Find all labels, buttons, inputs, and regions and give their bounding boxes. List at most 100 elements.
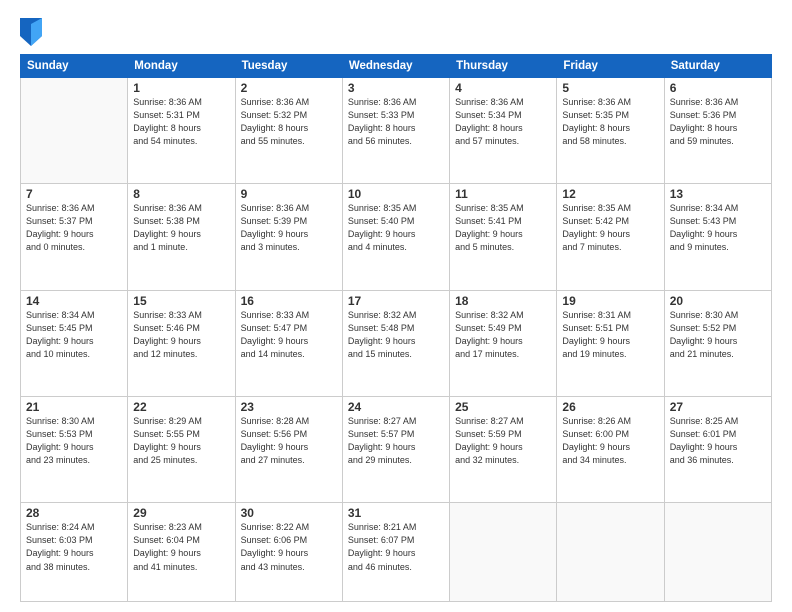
day-info: Sunrise: 8:31 AM Sunset: 5:51 PM Dayligh… — [562, 309, 658, 361]
day-number: 31 — [348, 506, 444, 520]
day-info: Sunrise: 8:36 AM Sunset: 5:32 PM Dayligh… — [241, 96, 337, 148]
day-number: 26 — [562, 400, 658, 414]
calendar-cell: 7Sunrise: 8:36 AM Sunset: 5:37 PM Daylig… — [21, 184, 128, 290]
day-info: Sunrise: 8:32 AM Sunset: 5:48 PM Dayligh… — [348, 309, 444, 361]
day-number: 30 — [241, 506, 337, 520]
calendar-header-friday: Friday — [557, 55, 664, 78]
day-number: 25 — [455, 400, 551, 414]
calendar-header-row: SundayMondayTuesdayWednesdayThursdayFrid… — [21, 55, 772, 78]
day-number: 2 — [241, 81, 337, 95]
week-row-5: 28Sunrise: 8:24 AM Sunset: 6:03 PM Dayli… — [21, 503, 772, 602]
logo — [20, 18, 46, 46]
day-info: Sunrise: 8:25 AM Sunset: 6:01 PM Dayligh… — [670, 415, 766, 467]
calendar-cell: 21Sunrise: 8:30 AM Sunset: 5:53 PM Dayli… — [21, 397, 128, 503]
calendar-cell — [21, 78, 128, 184]
day-number: 14 — [26, 294, 122, 308]
calendar-cell: 25Sunrise: 8:27 AM Sunset: 5:59 PM Dayli… — [450, 397, 557, 503]
calendar-cell — [557, 503, 664, 602]
day-info: Sunrise: 8:35 AM Sunset: 5:40 PM Dayligh… — [348, 202, 444, 254]
calendar-cell: 27Sunrise: 8:25 AM Sunset: 6:01 PM Dayli… — [664, 397, 771, 503]
page: SundayMondayTuesdayWednesdayThursdayFrid… — [0, 0, 792, 612]
day-info: Sunrise: 8:22 AM Sunset: 6:06 PM Dayligh… — [241, 521, 337, 573]
day-info: Sunrise: 8:36 AM Sunset: 5:34 PM Dayligh… — [455, 96, 551, 148]
day-info: Sunrise: 8:36 AM Sunset: 5:39 PM Dayligh… — [241, 202, 337, 254]
day-number: 19 — [562, 294, 658, 308]
day-number: 8 — [133, 187, 229, 201]
day-number: 12 — [562, 187, 658, 201]
day-number: 11 — [455, 187, 551, 201]
calendar-cell: 10Sunrise: 8:35 AM Sunset: 5:40 PM Dayli… — [342, 184, 449, 290]
day-info: Sunrise: 8:30 AM Sunset: 5:53 PM Dayligh… — [26, 415, 122, 467]
day-info: Sunrise: 8:33 AM Sunset: 5:47 PM Dayligh… — [241, 309, 337, 361]
calendar-cell: 29Sunrise: 8:23 AM Sunset: 6:04 PM Dayli… — [128, 503, 235, 602]
calendar-cell: 12Sunrise: 8:35 AM Sunset: 5:42 PM Dayli… — [557, 184, 664, 290]
calendar-cell: 9Sunrise: 8:36 AM Sunset: 5:39 PM Daylig… — [235, 184, 342, 290]
day-info: Sunrise: 8:27 AM Sunset: 5:57 PM Dayligh… — [348, 415, 444, 467]
day-number: 29 — [133, 506, 229, 520]
day-number: 18 — [455, 294, 551, 308]
day-number: 28 — [26, 506, 122, 520]
week-row-1: 1Sunrise: 8:36 AM Sunset: 5:31 PM Daylig… — [21, 78, 772, 184]
calendar-cell: 26Sunrise: 8:26 AM Sunset: 6:00 PM Dayli… — [557, 397, 664, 503]
calendar-cell: 16Sunrise: 8:33 AM Sunset: 5:47 PM Dayli… — [235, 290, 342, 396]
day-number: 17 — [348, 294, 444, 308]
calendar-cell: 4Sunrise: 8:36 AM Sunset: 5:34 PM Daylig… — [450, 78, 557, 184]
day-number: 16 — [241, 294, 337, 308]
day-number: 9 — [241, 187, 337, 201]
calendar-cell: 31Sunrise: 8:21 AM Sunset: 6:07 PM Dayli… — [342, 503, 449, 602]
day-info: Sunrise: 8:29 AM Sunset: 5:55 PM Dayligh… — [133, 415, 229, 467]
day-info: Sunrise: 8:35 AM Sunset: 5:42 PM Dayligh… — [562, 202, 658, 254]
calendar-cell: 30Sunrise: 8:22 AM Sunset: 6:06 PM Dayli… — [235, 503, 342, 602]
day-number: 23 — [241, 400, 337, 414]
calendar-cell: 2Sunrise: 8:36 AM Sunset: 5:32 PM Daylig… — [235, 78, 342, 184]
day-info: Sunrise: 8:27 AM Sunset: 5:59 PM Dayligh… — [455, 415, 551, 467]
calendar-cell: 5Sunrise: 8:36 AM Sunset: 5:35 PM Daylig… — [557, 78, 664, 184]
calendar-cell: 13Sunrise: 8:34 AM Sunset: 5:43 PM Dayli… — [664, 184, 771, 290]
calendar-cell: 11Sunrise: 8:35 AM Sunset: 5:41 PM Dayli… — [450, 184, 557, 290]
week-row-2: 7Sunrise: 8:36 AM Sunset: 5:37 PM Daylig… — [21, 184, 772, 290]
calendar-header-saturday: Saturday — [664, 55, 771, 78]
day-info: Sunrise: 8:23 AM Sunset: 6:04 PM Dayligh… — [133, 521, 229, 573]
calendar-cell: 1Sunrise: 8:36 AM Sunset: 5:31 PM Daylig… — [128, 78, 235, 184]
day-number: 13 — [670, 187, 766, 201]
calendar-header-thursday: Thursday — [450, 55, 557, 78]
day-number: 20 — [670, 294, 766, 308]
day-info: Sunrise: 8:36 AM Sunset: 5:31 PM Dayligh… — [133, 96, 229, 148]
day-number: 7 — [26, 187, 122, 201]
day-info: Sunrise: 8:33 AM Sunset: 5:46 PM Dayligh… — [133, 309, 229, 361]
calendar-cell: 24Sunrise: 8:27 AM Sunset: 5:57 PM Dayli… — [342, 397, 449, 503]
calendar-cell: 22Sunrise: 8:29 AM Sunset: 5:55 PM Dayli… — [128, 397, 235, 503]
calendar-cell: 17Sunrise: 8:32 AM Sunset: 5:48 PM Dayli… — [342, 290, 449, 396]
day-info: Sunrise: 8:36 AM Sunset: 5:36 PM Dayligh… — [670, 96, 766, 148]
calendar-header-wednesday: Wednesday — [342, 55, 449, 78]
calendar-cell — [664, 503, 771, 602]
day-number: 21 — [26, 400, 122, 414]
calendar-cell: 6Sunrise: 8:36 AM Sunset: 5:36 PM Daylig… — [664, 78, 771, 184]
calendar-cell: 3Sunrise: 8:36 AM Sunset: 5:33 PM Daylig… — [342, 78, 449, 184]
calendar-header-monday: Monday — [128, 55, 235, 78]
calendar-cell: 28Sunrise: 8:24 AM Sunset: 6:03 PM Dayli… — [21, 503, 128, 602]
day-info: Sunrise: 8:21 AM Sunset: 6:07 PM Dayligh… — [348, 521, 444, 573]
calendar-cell: 20Sunrise: 8:30 AM Sunset: 5:52 PM Dayli… — [664, 290, 771, 396]
logo-icon — [20, 18, 42, 46]
calendar-header-tuesday: Tuesday — [235, 55, 342, 78]
day-number: 3 — [348, 81, 444, 95]
day-info: Sunrise: 8:36 AM Sunset: 5:35 PM Dayligh… — [562, 96, 658, 148]
day-info: Sunrise: 8:30 AM Sunset: 5:52 PM Dayligh… — [670, 309, 766, 361]
day-info: Sunrise: 8:24 AM Sunset: 6:03 PM Dayligh… — [26, 521, 122, 573]
day-number: 27 — [670, 400, 766, 414]
day-info: Sunrise: 8:28 AM Sunset: 5:56 PM Dayligh… — [241, 415, 337, 467]
day-info: Sunrise: 8:36 AM Sunset: 5:38 PM Dayligh… — [133, 202, 229, 254]
week-row-3: 14Sunrise: 8:34 AM Sunset: 5:45 PM Dayli… — [21, 290, 772, 396]
day-number: 5 — [562, 81, 658, 95]
day-number: 6 — [670, 81, 766, 95]
calendar-cell: 15Sunrise: 8:33 AM Sunset: 5:46 PM Dayli… — [128, 290, 235, 396]
calendar-cell — [450, 503, 557, 602]
day-info: Sunrise: 8:36 AM Sunset: 5:33 PM Dayligh… — [348, 96, 444, 148]
day-number: 1 — [133, 81, 229, 95]
day-number: 10 — [348, 187, 444, 201]
day-info: Sunrise: 8:35 AM Sunset: 5:41 PM Dayligh… — [455, 202, 551, 254]
day-number: 15 — [133, 294, 229, 308]
header — [20, 18, 772, 46]
day-info: Sunrise: 8:26 AM Sunset: 6:00 PM Dayligh… — [562, 415, 658, 467]
